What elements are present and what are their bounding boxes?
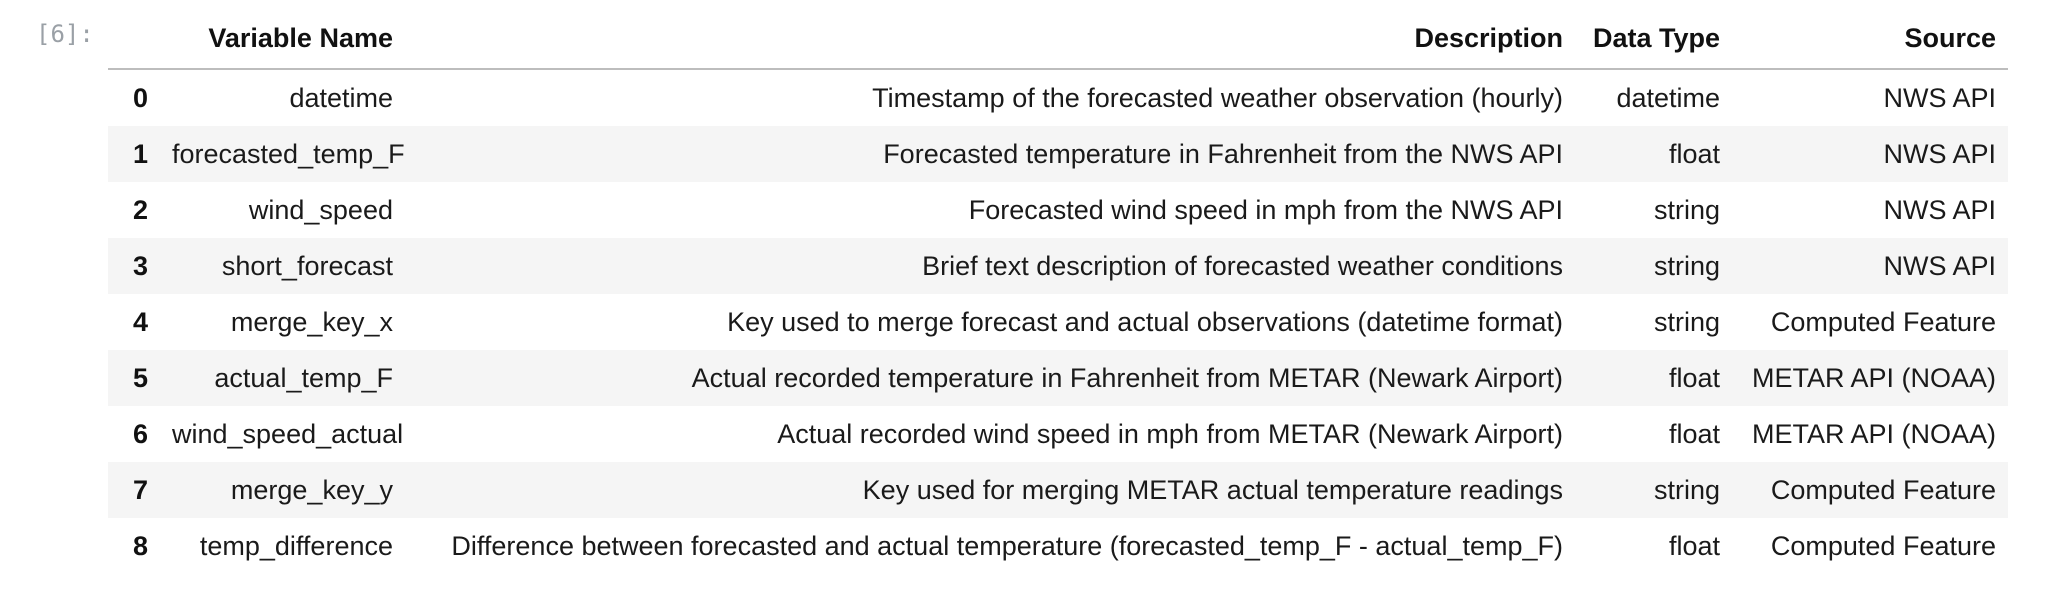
cell-data-type: float <box>1668 418 1720 449</box>
cell-data-type: string <box>1653 250 1720 281</box>
row-index: 0 <box>132 82 148 113</box>
cell-description: Key used to merge forecast and actual ob… <box>727 306 1563 337</box>
cell-source: Computed Feature <box>1770 530 1996 561</box>
cell-description: Forecasted wind speed in mph from the NW… <box>968 194 1563 225</box>
row-index: 8 <box>132 530 148 561</box>
cell-source: NWS API <box>1883 82 1996 113</box>
table-row: 6 wind_speed_actual Actual recorded wind… <box>108 406 2008 462</box>
table-header: Variable Name Description Data Type Sour… <box>108 8 2008 70</box>
cell-description: Key used for merging METAR actual temper… <box>862 474 1563 505</box>
header-source: Source <box>1732 8 2008 70</box>
row-index: 6 <box>132 418 148 449</box>
output-area: Variable Name Description Data Type Sour… <box>108 8 2008 574</box>
dataframe-table: Variable Name Description Data Type Sour… <box>108 8 2008 574</box>
table-row: 3 short_forecast Brief text description … <box>108 238 2008 294</box>
row-index: 3 <box>132 250 148 281</box>
cell-data-type: float <box>1668 138 1720 169</box>
cell-source: Computed Feature <box>1770 306 1996 337</box>
table-row: 1 forecasted_temp_F Forecasted temperatu… <box>108 126 2008 182</box>
cell-description: Actual recorded temperature in Fahrenhei… <box>691 362 1563 393</box>
cell-variable-name: datetime <box>289 82 393 113</box>
cell-variable-name: merge_key_x <box>230 306 393 337</box>
notebook-output-cell: [6]: Variable Name Description Data Type… <box>0 0 2052 596</box>
row-index: 1 <box>132 138 148 169</box>
header-index <box>108 8 160 70</box>
cell-source: Computed Feature <box>1770 474 1996 505</box>
cell-description: Actual recorded wind speed in mph from M… <box>777 418 1563 449</box>
cell-data-type: string <box>1653 474 1720 505</box>
table-row: 2 wind_speed Forecasted wind speed in mp… <box>108 182 2008 238</box>
table-row: 5 actual_temp_F Actual recorded temperat… <box>108 350 2008 406</box>
cell-description: Forecasted temperature in Fahrenheit fro… <box>883 138 1563 169</box>
cell-description: Brief text description of forecasted wea… <box>922 250 1563 281</box>
row-index: 7 <box>132 474 148 505</box>
header-data-type: Data Type <box>1575 8 1732 70</box>
cell-data-type: float <box>1668 362 1720 393</box>
cell-variable-name: merge_key_y <box>230 474 393 505</box>
cell-source: NWS API <box>1883 250 1996 281</box>
cell-description: Difference between forecasted and actual… <box>451 530 1563 561</box>
cell-variable-name: forecasted_temp_F <box>172 138 405 169</box>
cell-data-type: datetime <box>1616 82 1720 113</box>
row-index: 5 <box>132 362 148 393</box>
cell-source: NWS API <box>1883 194 1996 225</box>
row-index: 2 <box>132 194 148 225</box>
table-row: 0 datetime Timestamp of the forecasted w… <box>108 69 2008 126</box>
table-row: 8 temp_difference Difference between for… <box>108 518 2008 574</box>
cell-description: Timestamp of the forecasted weather obse… <box>872 82 1563 113</box>
cell-data-type: string <box>1653 194 1720 225</box>
header-description: Description <box>405 8 1575 70</box>
table-row: 4 merge_key_x Key used to merge forecast… <box>108 294 2008 350</box>
cell-variable-name: wind_speed_actual <box>172 418 404 449</box>
cell-variable-name: wind_speed <box>248 194 393 225</box>
row-index: 4 <box>132 306 148 337</box>
cell-variable-name: actual_temp_F <box>214 362 393 393</box>
cell-data-type: float <box>1668 530 1720 561</box>
cell-source: NWS API <box>1883 138 1996 169</box>
cell-source: METAR API (NOAA) <box>1751 362 1996 393</box>
table-body: 0 datetime Timestamp of the forecasted w… <box>108 69 2008 574</box>
cell-variable-name: short_forecast <box>221 250 393 281</box>
header-variable-name: Variable Name <box>160 8 405 70</box>
cell-variable-name: temp_difference <box>199 530 393 561</box>
cell-source: METAR API (NOAA) <box>1751 418 1996 449</box>
header-row: Variable Name Description Data Type Sour… <box>108 8 2008 70</box>
cell-data-type: string <box>1653 306 1720 337</box>
execution-count-prompt: [6]: <box>36 20 94 48</box>
table-row: 7 merge_key_y Key used for merging METAR… <box>108 462 2008 518</box>
